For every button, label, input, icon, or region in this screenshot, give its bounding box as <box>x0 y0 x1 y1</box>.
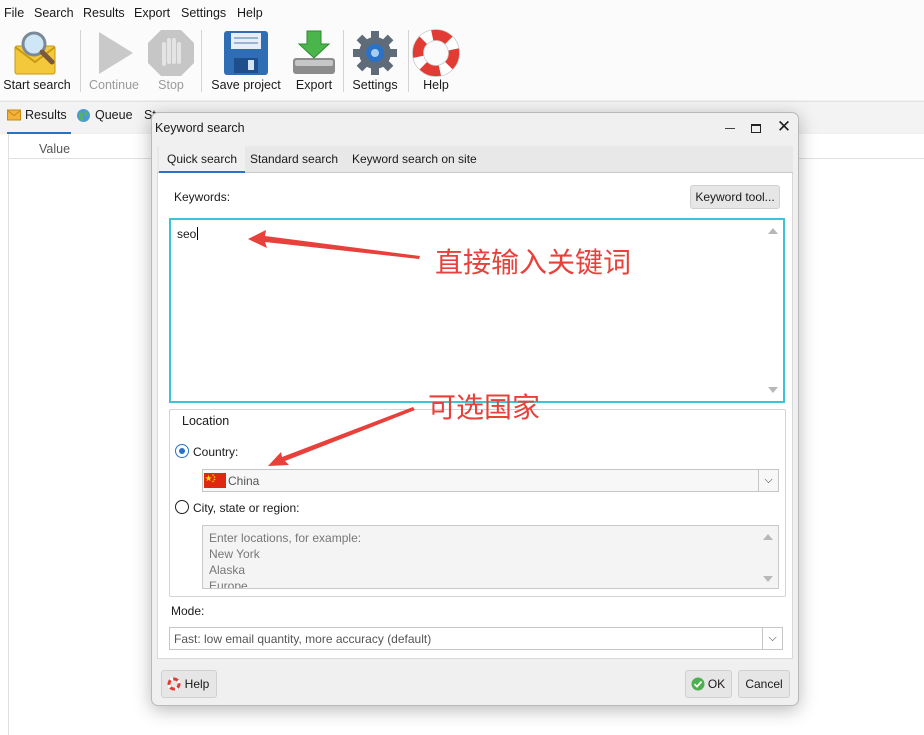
locations-placeholder-line: Europe <box>209 579 248 589</box>
stop-button[interactable]: Stop <box>146 26 196 98</box>
menu-bar: File Search Results Export Settings Help <box>0 0 924 26</box>
lifebuoy-icon <box>412 29 460 77</box>
locations-placeholder-line: Alaska <box>209 563 246 577</box>
ok-label: OK <box>707 677 726 691</box>
cancel-button[interactable]: Cancel <box>738 670 790 698</box>
locations-placeholder-line: Enter locations, for example: <box>209 531 362 545</box>
stop-label: Stop <box>158 78 184 92</box>
tab-standard-search[interactable]: Standard search <box>250 152 338 166</box>
locations-placeholder-line: New York <box>209 547 260 561</box>
mode-label: Mode: <box>171 604 205 618</box>
scroll-down-icon[interactable] <box>763 576 773 582</box>
save-project-button[interactable]: Save project <box>206 26 286 98</box>
toolbar-separator <box>343 30 344 92</box>
chevron-down-icon[interactable]: ⌵ <box>762 628 782 649</box>
menu-export[interactable]: Export <box>134 6 170 20</box>
maximize-icon <box>751 123 761 133</box>
checkmark-icon <box>691 677 705 691</box>
country-value: China <box>228 474 260 488</box>
tab-keyword-search-on-site[interactable]: Keyword search on site <box>352 152 477 166</box>
dialog-help-label: Help <box>184 677 210 691</box>
help-label: Help <box>423 78 449 92</box>
minimize-button[interactable] <box>719 117 741 139</box>
continue-button[interactable]: Continue <box>84 26 144 98</box>
china-flag-icon <box>204 473 226 488</box>
gear-icon <box>353 31 397 75</box>
menu-search[interactable]: Search <box>34 6 74 20</box>
envelope-icon <box>7 109 21 121</box>
close-button[interactable]: ✕ <box>773 117 795 139</box>
help-button[interactable]: Help <box>412 26 460 98</box>
save-project-label: Save project <box>211 78 281 92</box>
mode-value: Fast: low email quantity, more accuracy … <box>174 632 432 646</box>
tab-queue-label: Queue <box>95 108 133 122</box>
city-label: City, state or region: <box>193 501 300 515</box>
ok-button[interactable]: OK <box>685 670 732 698</box>
export-button[interactable]: Export <box>290 26 338 98</box>
toolbar-separator <box>201 30 202 92</box>
export-download-icon <box>293 30 335 74</box>
locations-textarea[interactable]: Enter locations, for example: New York A… <box>202 525 779 589</box>
start-search-button[interactable]: Start search <box>0 26 74 98</box>
menu-help[interactable]: Help <box>237 6 263 20</box>
keywords-label: Keywords: <box>174 190 231 204</box>
minimize-icon <box>725 127 735 129</box>
stop-hand-icon <box>148 30 194 76</box>
tab-results[interactable]: Results <box>7 108 71 134</box>
settings-button[interactable]: Settings <box>347 26 403 98</box>
lifebuoy-icon <box>167 677 181 691</box>
scroll-up-icon[interactable] <box>763 534 773 540</box>
chevron-down-icon[interactable]: ⌵ <box>758 470 778 491</box>
envelope-search-icon <box>14 31 56 75</box>
keywords-text: seo <box>177 227 197 241</box>
city-radio[interactable] <box>175 500 189 514</box>
keyword-tool-button[interactable]: Keyword tool... <box>690 185 780 209</box>
keywords-annotation: 直接输入关键词 <box>435 246 632 279</box>
toolbar-separator <box>80 30 81 92</box>
toolbar-separator <box>408 30 409 92</box>
scroll-up-icon[interactable] <box>768 228 778 234</box>
globe-icon <box>77 109 90 122</box>
close-icon: ✕ <box>776 117 792 136</box>
dialog-help-button[interactable]: Help <box>161 670 217 698</box>
floppy-disk-icon <box>224 31 268 75</box>
country-annotation: 可选国家 <box>428 391 541 424</box>
mode-select[interactable]: Fast: low email quantity, more accuracy … <box>169 627 783 650</box>
play-icon <box>99 32 133 74</box>
menu-settings[interactable]: Settings <box>181 6 226 20</box>
tab-results-label: Results <box>25 108 67 122</box>
scroll-down-icon[interactable] <box>768 387 778 393</box>
tab-queue[interactable]: Queue <box>76 108 133 134</box>
menu-results[interactable]: Results <box>83 6 125 20</box>
star-icon <box>205 474 216 483</box>
country-label: Country: <box>193 445 239 459</box>
maximize-button[interactable] <box>745 117 767 139</box>
export-label: Export <box>295 78 333 92</box>
tab-quick-search[interactable]: Quick search <box>159 146 246 173</box>
text-caret <box>197 227 199 240</box>
column-header-value[interactable]: Value <box>39 142 70 156</box>
dialog-title: Keyword search <box>155 121 245 135</box>
country-radio[interactable] <box>175 444 189 458</box>
location-group-label: Location <box>182 414 230 428</box>
toolbar: Start search Continue Stop Save project <box>0 26 924 100</box>
country-select[interactable]: China ⌵ <box>202 469 779 492</box>
keywords-value: seo <box>177 227 199 241</box>
settings-label: Settings <box>352 78 398 92</box>
dialog-tab-bar: Quick search Standard search Keyword sea… <box>157 146 793 173</box>
menu-file[interactable]: File <box>4 6 24 20</box>
location-group: Location Country: China ⌵ City, state or… <box>169 409 786 597</box>
start-search-label: Start search <box>3 78 71 92</box>
grid-divider <box>8 159 9 735</box>
continue-label: Continue <box>88 78 140 92</box>
